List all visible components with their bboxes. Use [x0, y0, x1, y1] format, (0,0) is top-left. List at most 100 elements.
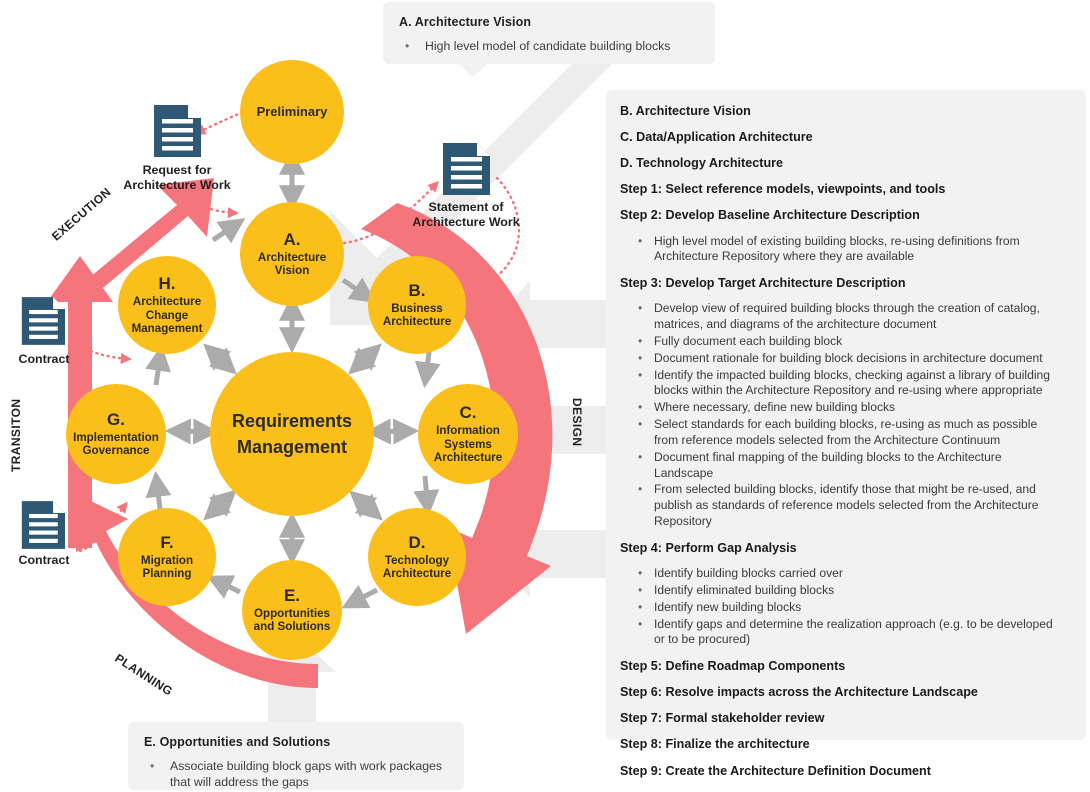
phase-label-f: Migration Planning — [140, 553, 194, 581]
list-item: • Document final mapping of the building… — [620, 450, 1068, 482]
bullet-icon: • — [638, 449, 643, 464]
list-item: • Document rationale for building block … — [620, 351, 1068, 367]
panel-step3-list: • Develop view of required building bloc… — [620, 301, 1068, 530]
bullet-icon: • — [638, 582, 643, 597]
phase-circle-f[interactable]: F. Migration Planning — [118, 508, 216, 606]
phase-label-c: Information Systems Architecture — [433, 424, 503, 465]
list-item: • Where necessary, define new building b… — [620, 400, 1068, 416]
togaf-adm-diagram: Preliminary A. Architecture Vision B. Bus… — [0, 0, 1090, 792]
list-item-text: High level model of existing building bl… — [654, 233, 1020, 264]
phase-letter-f: F. — [160, 533, 174, 553]
bullet-icon: • — [638, 333, 643, 348]
callout-top-item-text: High level model of candidate building b… — [425, 39, 671, 53]
callout-bottom-item: • Associate building block gaps with wor… — [144, 758, 448, 791]
statement-of-architecture-work-label: Statement of Architecture Work — [412, 200, 520, 230]
list-item-text: Where necessary, define new building blo… — [654, 400, 896, 415]
list-item: • Identify eliminated building blocks — [620, 583, 1068, 599]
callout-top-notch — [459, 64, 487, 77]
panel-heading-b: B. Architecture Vision — [620, 104, 751, 118]
list-item-text: Document rationale for building block de… — [654, 350, 1043, 365]
contract-lower-label: Contract — [18, 553, 70, 567]
list-item-text: Develop view of required building blocks… — [654, 301, 1040, 332]
list-item-text: Identify building blocks carried over — [654, 566, 843, 581]
phase-letter-a: A. — [283, 230, 301, 250]
panel-heading-d: D. Technology Architecture — [620, 156, 784, 171]
callout-architecture-vision: A. Architecture Vision • High level mode… — [383, 2, 715, 64]
list-item: • Select standards for each building blo… — [620, 417, 1068, 449]
list-item-text: Document final mapping of the building b… — [654, 449, 1002, 480]
phase-circle-a[interactable]: A. Architecture Vision — [240, 202, 344, 306]
phase-circle-h[interactable]: H. Architecture Change Management — [118, 256, 216, 354]
panel-step4-list: • Identify building blocks carried over … — [620, 566, 1068, 648]
contract-upper-label: Contract — [18, 352, 70, 366]
phase-circle-c[interactable]: C. Information Systems Architecture — [418, 384, 518, 484]
panel-heading-step8: Step 8: Finalize the architecture — [620, 737, 810, 752]
bullet-icon: • — [638, 417, 643, 432]
phase-label-d: Technology Architecture — [382, 553, 452, 581]
phase-circle-requirements-management[interactable]: Requirements Management — [210, 352, 374, 516]
panel-heading-step1: Step 1: Select reference models, viewpoi… — [620, 182, 946, 197]
panel-heading-step2: Step 2: Develop Baseline Architecture De… — [620, 208, 920, 223]
list-item: • Fully document each building block — [620, 334, 1068, 350]
panel-heading-step5: Step 5: Define Roadmap Components — [620, 659, 846, 674]
bullet-icon: • — [638, 350, 643, 365]
panel-heading-step6: Step 6: Resolve impacts across the Archi… — [620, 685, 978, 700]
list-item: • Identify building blocks carried over — [620, 566, 1068, 582]
panel-heading-step4: Step 4: Perform Gap Analysis — [620, 540, 797, 555]
statement-of-architecture-work-icon — [443, 143, 490, 195]
callout-top-item: • High level model of candidate building… — [399, 38, 699, 54]
phase-circle-e[interactable]: E. Opportunities and Solutions — [242, 560, 342, 660]
bullet-icon: • — [638, 301, 643, 316]
phase-letter-g: G. — [107, 410, 125, 430]
phase-circle-b[interactable]: B. Business Architecture — [368, 256, 466, 354]
phase-label-g: Implementation Governance — [73, 430, 159, 458]
phase-circle-d[interactable]: D. Technology Architecture — [368, 508, 466, 606]
bullet-icon: • — [638, 367, 643, 382]
list-item-text: Identify the impacted building blocks, c… — [654, 367, 1050, 398]
list-item: • From selected building blocks, identif… — [620, 482, 1068, 529]
phase-circle-preliminary[interactable]: Preliminary — [240, 60, 344, 164]
band-label-design: DESIGN — [570, 398, 584, 447]
phase-letter-c: C. — [459, 403, 477, 423]
request-for-architecture-work-icon — [154, 105, 201, 157]
bullet-icon: • — [638, 400, 643, 415]
contract-lower-icon — [21, 501, 66, 549]
list-item: • Identify gaps and determine the realiz… — [620, 617, 1068, 649]
panel-step2-list: • High level model of existing building … — [620, 234, 1068, 266]
list-item: • High level model of existing building … — [620, 234, 1068, 266]
phase-letter-b: B. — [408, 281, 426, 301]
list-item-text: Identify new building blocks — [654, 599, 802, 614]
request-for-architecture-work-label: Request for Architecture Work — [123, 163, 231, 193]
phase-label-b: Business Architecture — [382, 301, 452, 329]
callout-bottom-item-text: Associate building block gaps with work … — [170, 759, 443, 790]
bullet-icon: • — [638, 566, 643, 581]
callout-top-title: A. Architecture Vision — [399, 15, 532, 29]
band-label-transiton: TRANSITON — [9, 398, 23, 472]
list-item: • Identify the impacted building blocks,… — [620, 368, 1068, 400]
architecture-details-panel: B. Architecture Vision C. Data/Applicati… — [606, 90, 1086, 778]
list-item: • Develop view of required building bloc… — [620, 301, 1068, 333]
phase-label-requirements-management: Requirements Management — [231, 410, 353, 457]
panel-heading-c: C. Data/Application Architecture — [620, 130, 813, 145]
phase-label-a: Architecture Vision — [257, 250, 327, 278]
panel-heading-step9: Step 9: Create the Architecture Definiti… — [620, 763, 931, 778]
phase-letter-h: H. — [158, 274, 176, 294]
contract-upper-icon — [21, 297, 66, 345]
phase-label-preliminary: Preliminary — [256, 104, 328, 120]
phase-letter-e: E. — [283, 586, 301, 606]
list-item-text: Select standards for each building block… — [654, 417, 1038, 447]
bullet-icon: • — [150, 759, 155, 773]
callout-bottom-title: E. Opportunities and Solutions — [144, 735, 331, 749]
phase-label-h: Architecture Change Management — [131, 295, 203, 336]
panel-heading-step7: Step 7: Formal stakeholder review — [620, 711, 825, 726]
list-item-text: Identify eliminated building blocks — [654, 582, 835, 597]
phase-letter-d: D. — [408, 533, 426, 553]
bullet-icon: • — [638, 616, 643, 631]
bullet-icon: • — [638, 482, 643, 497]
callout-opportunities-and-solutions: E. Opportunities and Solutions • Associa… — [128, 722, 464, 790]
bullet-icon: • — [638, 233, 643, 248]
phase-label-e: Opportunities and Solutions — [253, 606, 331, 634]
phase-circle-g[interactable]: G. Implementation Governance — [66, 384, 166, 484]
list-item-text: Fully document each building block — [654, 333, 843, 348]
bullet-icon: • — [405, 39, 410, 53]
